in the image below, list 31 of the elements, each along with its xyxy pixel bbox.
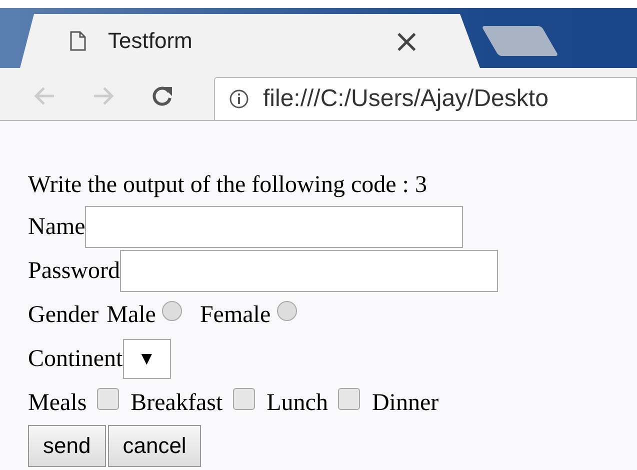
field-label: Password xyxy=(28,258,120,284)
radio-button[interactable] xyxy=(162,301,182,321)
form-button[interactable]: cancel xyxy=(108,425,202,467)
field-label: Meals xyxy=(28,390,87,416)
tab-title: Testform xyxy=(108,28,194,54)
checkbox[interactable] xyxy=(96,388,119,410)
browser-tab[interactable]: Testform × xyxy=(20,14,480,68)
text-field[interactable] xyxy=(120,250,498,292)
question-text: Write the output of the following code : 3 xyxy=(28,170,428,200)
form-button[interactable]: send xyxy=(28,425,106,467)
option-label: Breakfast xyxy=(130,390,223,416)
page-icon xyxy=(70,31,86,51)
url-text: file:///C:/Users/Ajay/Deskto xyxy=(263,85,548,113)
back-arrow-icon[interactable] xyxy=(34,86,56,106)
option-label: Male xyxy=(106,302,156,328)
address-bar[interactable]: file:///C:/Users/Ajay/Deskto xyxy=(214,77,637,120)
info-icon xyxy=(229,89,249,109)
dropdown[interactable]: ▼ xyxy=(122,339,171,379)
option-label: Female xyxy=(200,302,271,328)
close-button[interactable]: × xyxy=(393,22,420,60)
text-field[interactable] xyxy=(85,206,464,248)
field-label: Name xyxy=(28,214,86,240)
reload-icon[interactable] xyxy=(150,84,174,108)
field-label: Continent xyxy=(28,346,123,372)
forward-arrow-icon[interactable] xyxy=(92,86,114,106)
checkbox[interactable] xyxy=(338,388,360,410)
option-label: Dinner xyxy=(372,390,439,416)
field-label: Gender xyxy=(28,302,99,328)
option-label: Lunch xyxy=(266,390,328,416)
radio-button[interactable] xyxy=(276,301,297,321)
checkbox[interactable] xyxy=(232,388,255,410)
